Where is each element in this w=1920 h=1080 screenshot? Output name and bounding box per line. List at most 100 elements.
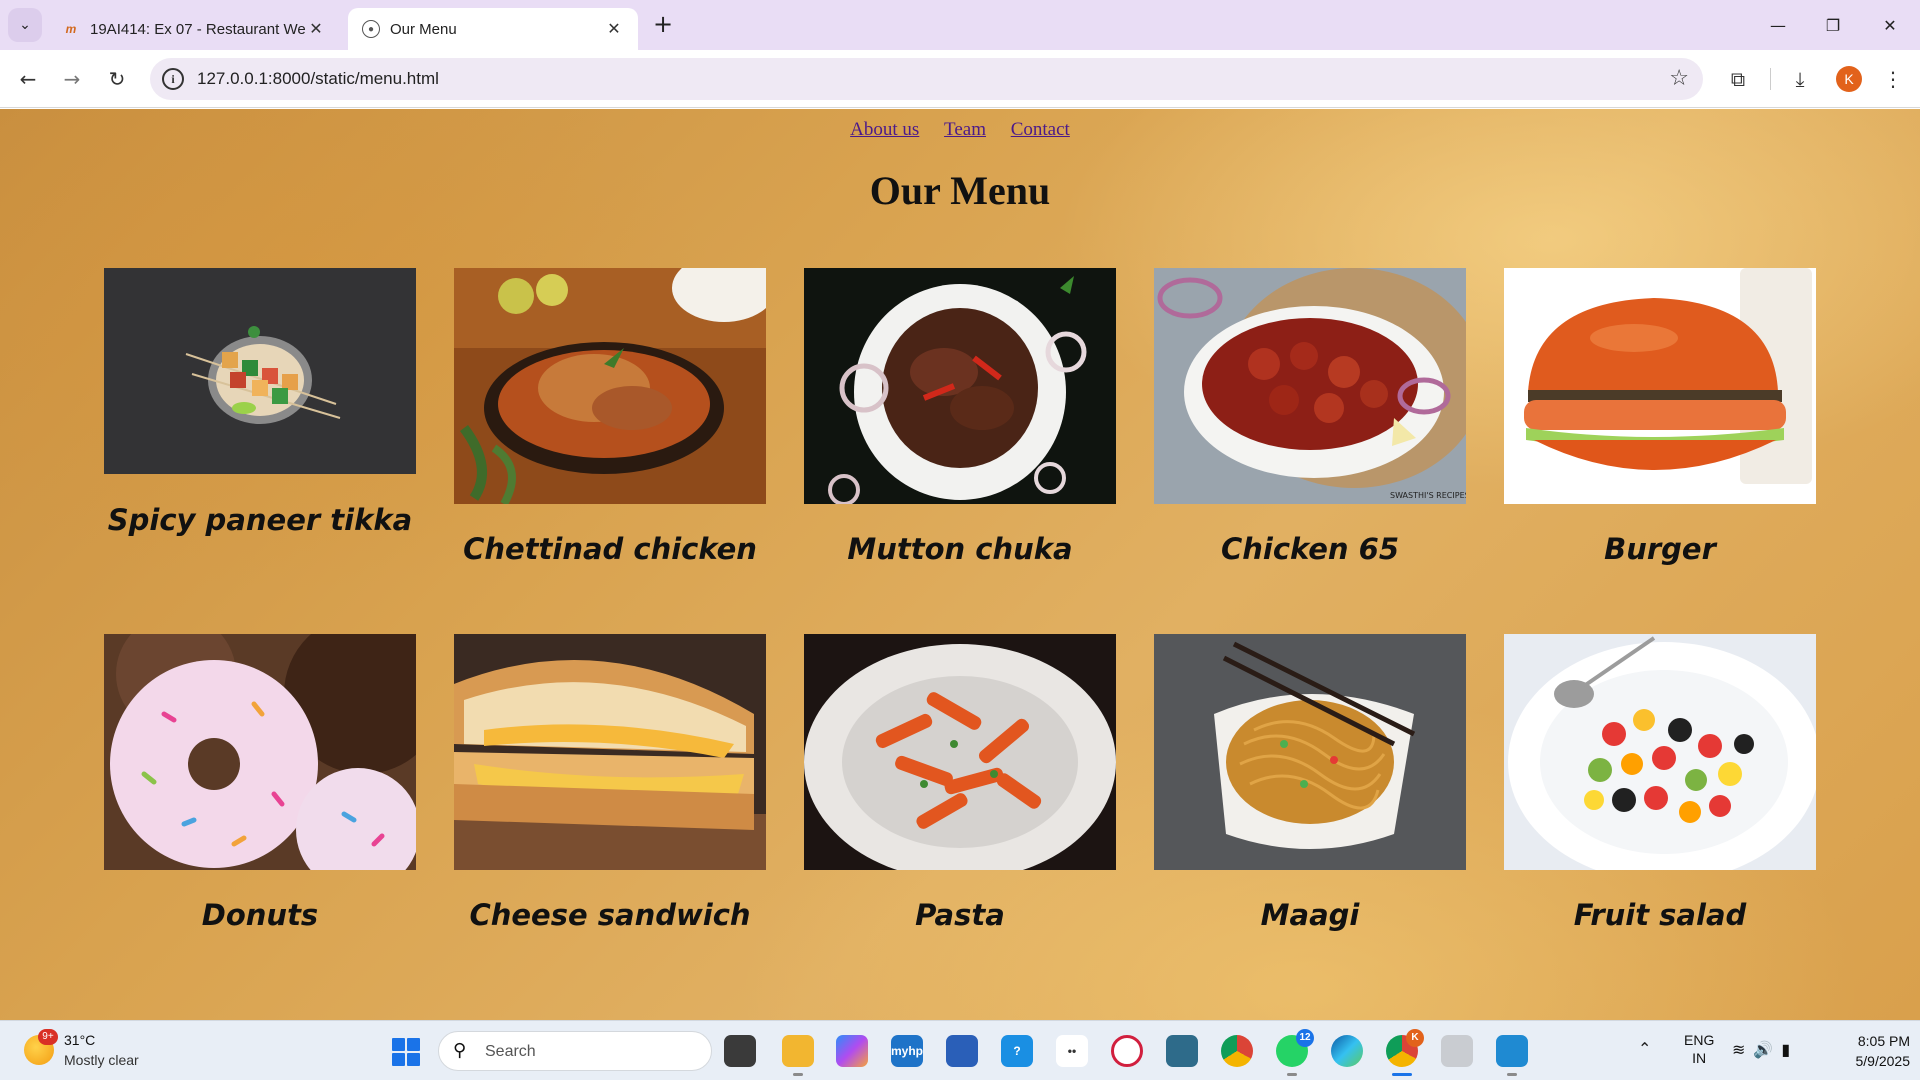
extensions-button[interactable]: ⧉: [1720, 61, 1756, 97]
toolbar-divider: [1770, 68, 1771, 90]
reload-icon: ↻: [108, 67, 126, 91]
menu-item-name: Maagi: [1260, 898, 1360, 932]
back-button[interactable]: ←: [10, 61, 46, 97]
forward-button[interactable]: →: [54, 61, 90, 97]
notification-badge: 9+: [38, 1029, 58, 1045]
menu-item-name: Donuts: [201, 898, 319, 932]
whatsapp-icon[interactable]: 12: [1276, 1029, 1314, 1076]
whatsapp-badge: 12: [1296, 1029, 1314, 1047]
downloads-button[interactable]: ⤓: [1782, 61, 1818, 97]
tab-our-menu[interactable]: ● Our Menu ✕: [348, 8, 638, 50]
tab-restaurant-exercise[interactable]: m 19AI414: Ex 07 - Restaurant We ✕: [48, 8, 340, 50]
maagi-photo: [1154, 634, 1466, 870]
menu-item-name: Chicken 65: [1220, 532, 1400, 566]
site-info-icon[interactable]: i: [162, 68, 184, 90]
weather-temperature[interactable]: 31°C: [64, 1032, 95, 1048]
microsoft-store-icon[interactable]: [946, 1035, 978, 1067]
globe-icon: ●: [362, 20, 380, 38]
menu-item-card: Burger: [1504, 268, 1816, 566]
fruit-salad-photo: [1504, 634, 1816, 870]
menu-item-name: Pasta: [915, 898, 1005, 932]
profile-avatar[interactable]: K: [1836, 66, 1862, 92]
language-code: ENG: [1684, 1032, 1715, 1048]
moodle-icon: m: [65, 22, 77, 36]
app-icon[interactable]: ••: [1056, 1035, 1088, 1067]
chevron-up-icon[interactable]: ⌃: [1638, 1039, 1651, 1058]
menu-item-card: Chettinad chicken: [454, 268, 766, 566]
donuts-photo: [104, 634, 416, 870]
chrome-icon[interactable]: [1221, 1035, 1253, 1067]
nav-link-about-us[interactable]: About us: [850, 119, 919, 140]
task-view-icon[interactable]: [724, 1035, 756, 1067]
copilot-icon[interactable]: [836, 1035, 868, 1067]
start-button[interactable]: [392, 1038, 420, 1066]
menu-item-card: Fruit salad: [1504, 634, 1816, 932]
search-icon: ⚲: [453, 1040, 467, 1061]
reload-button[interactable]: ↻: [99, 61, 135, 97]
search-placeholder: Search: [485, 1043, 536, 1060]
tab-title: 19AI414: Ex 07 - Restaurant We: [90, 20, 306, 38]
pasta-photo: [804, 634, 1116, 870]
bookmark-star-icon[interactable]: ☆: [1669, 66, 1689, 91]
arrow-left-icon: ←: [19, 67, 37, 91]
myhp-icon[interactable]: myhp: [891, 1035, 923, 1067]
file-explorer-icon[interactable]: [782, 1035, 814, 1076]
recycle-bin-icon[interactable]: [1441, 1035, 1473, 1067]
watermark-caption: SWASTHI'S RECIPES: [1390, 491, 1466, 500]
page-title: Our Menu: [869, 168, 1051, 213]
url-text[interactable]: 127.0.0.1:8000/static/menu.html: [197, 69, 439, 89]
download-icon: ⤓: [1795, 67, 1805, 91]
close-tab-icon[interactable]: ✕: [306, 19, 326, 39]
system-tray[interactable]: ≋🔊▮: [1732, 1040, 1798, 1059]
browser-menu-button[interactable]: ⋮: [1875, 61, 1911, 97]
language-region: IN: [1692, 1050, 1707, 1066]
menu-item-name: Spicy paneer tikka: [107, 503, 413, 537]
taskbar-search[interactable]: ⚲ Search: [438, 1031, 712, 1071]
menu-item-name: Cheese sandwich: [469, 898, 751, 932]
paneer-tikka-photo: [104, 268, 416, 474]
nav-link-team[interactable]: Team: [944, 119, 986, 140]
arrow-right-icon: →: [63, 67, 81, 91]
clock[interactable]: 8:05 PM 5/9/2025: [1830, 1031, 1911, 1071]
chevron-down-icon: ⌄: [19, 17, 31, 33]
terminal-icon[interactable]: [1166, 1035, 1198, 1067]
menu-item-card: Pasta: [804, 634, 1116, 932]
page-viewport: About us Team Contact Our Menu Spicy pan…: [0, 109, 1920, 1020]
tab-search-button[interactable]: ⌄: [8, 8, 42, 42]
mutton-chuka-photo: [804, 268, 1116, 504]
clock-time: 8:05 PM: [1857, 1033, 1910, 1049]
help-icon[interactable]: ?: [1001, 1035, 1033, 1067]
more-vertical-icon: ⋮: [1883, 67, 1903, 91]
taskbar: 9+ 31°C Mostly clear ⚲ Search myhp ? •• …: [0, 1020, 1920, 1080]
nav-link-contact[interactable]: Contact: [1011, 119, 1070, 140]
clock-date: 5/9/2025: [1855, 1053, 1911, 1069]
chrome-profile-icon[interactable]: K: [1386, 1029, 1424, 1076]
chicken-65-photo: SWASTHI'S RECIPES: [1154, 268, 1466, 504]
menu-item-name: Fruit salad: [1573, 898, 1747, 932]
address-bar[interactable]: i 127.0.0.1:8000/static/menu.html ☆: [150, 58, 1703, 100]
weather-description[interactable]: Mostly clear: [64, 1052, 139, 1068]
menu-item-card: Mutton chuka: [804, 268, 1116, 566]
cheese-sandwich-photo: [454, 634, 766, 870]
chettinad-chicken-photo: [454, 268, 766, 504]
volume-icon[interactable]: 🔊: [1753, 1040, 1781, 1059]
language-indicator[interactable]: ENG IN: [1684, 1031, 1714, 1067]
close-tab-icon[interactable]: ✕: [604, 19, 624, 39]
wifi-icon[interactable]: ≋: [1732, 1040, 1753, 1059]
opera-icon[interactable]: [1111, 1035, 1143, 1067]
menu-item-name: Mutton chuka: [847, 532, 1073, 566]
edge-icon[interactable]: [1331, 1035, 1363, 1067]
puzzle-icon: ⧉: [1730, 67, 1746, 91]
battery-icon[interactable]: ▮: [1781, 1040, 1798, 1059]
top-nav: About us Team Contact: [0, 119, 1920, 141]
vscode-icon[interactable]: [1496, 1035, 1528, 1076]
browser-toolbar: ← → ↻ i 127.0.0.1:8000/static/menu.html …: [0, 50, 1920, 108]
chrome-profile-badge: K: [1406, 1029, 1424, 1047]
minimize-button[interactable]: —: [1750, 0, 1806, 50]
new-tab-button[interactable]: +: [650, 12, 676, 38]
close-window-button[interactable]: ✕: [1862, 0, 1918, 50]
menu-item-card: Cheese sandwich: [454, 634, 766, 932]
restore-button[interactable]: ❐: [1805, 0, 1861, 50]
menu-item-card: Donuts: [104, 634, 416, 932]
menu-item-name: Burger: [1604, 532, 1716, 566]
